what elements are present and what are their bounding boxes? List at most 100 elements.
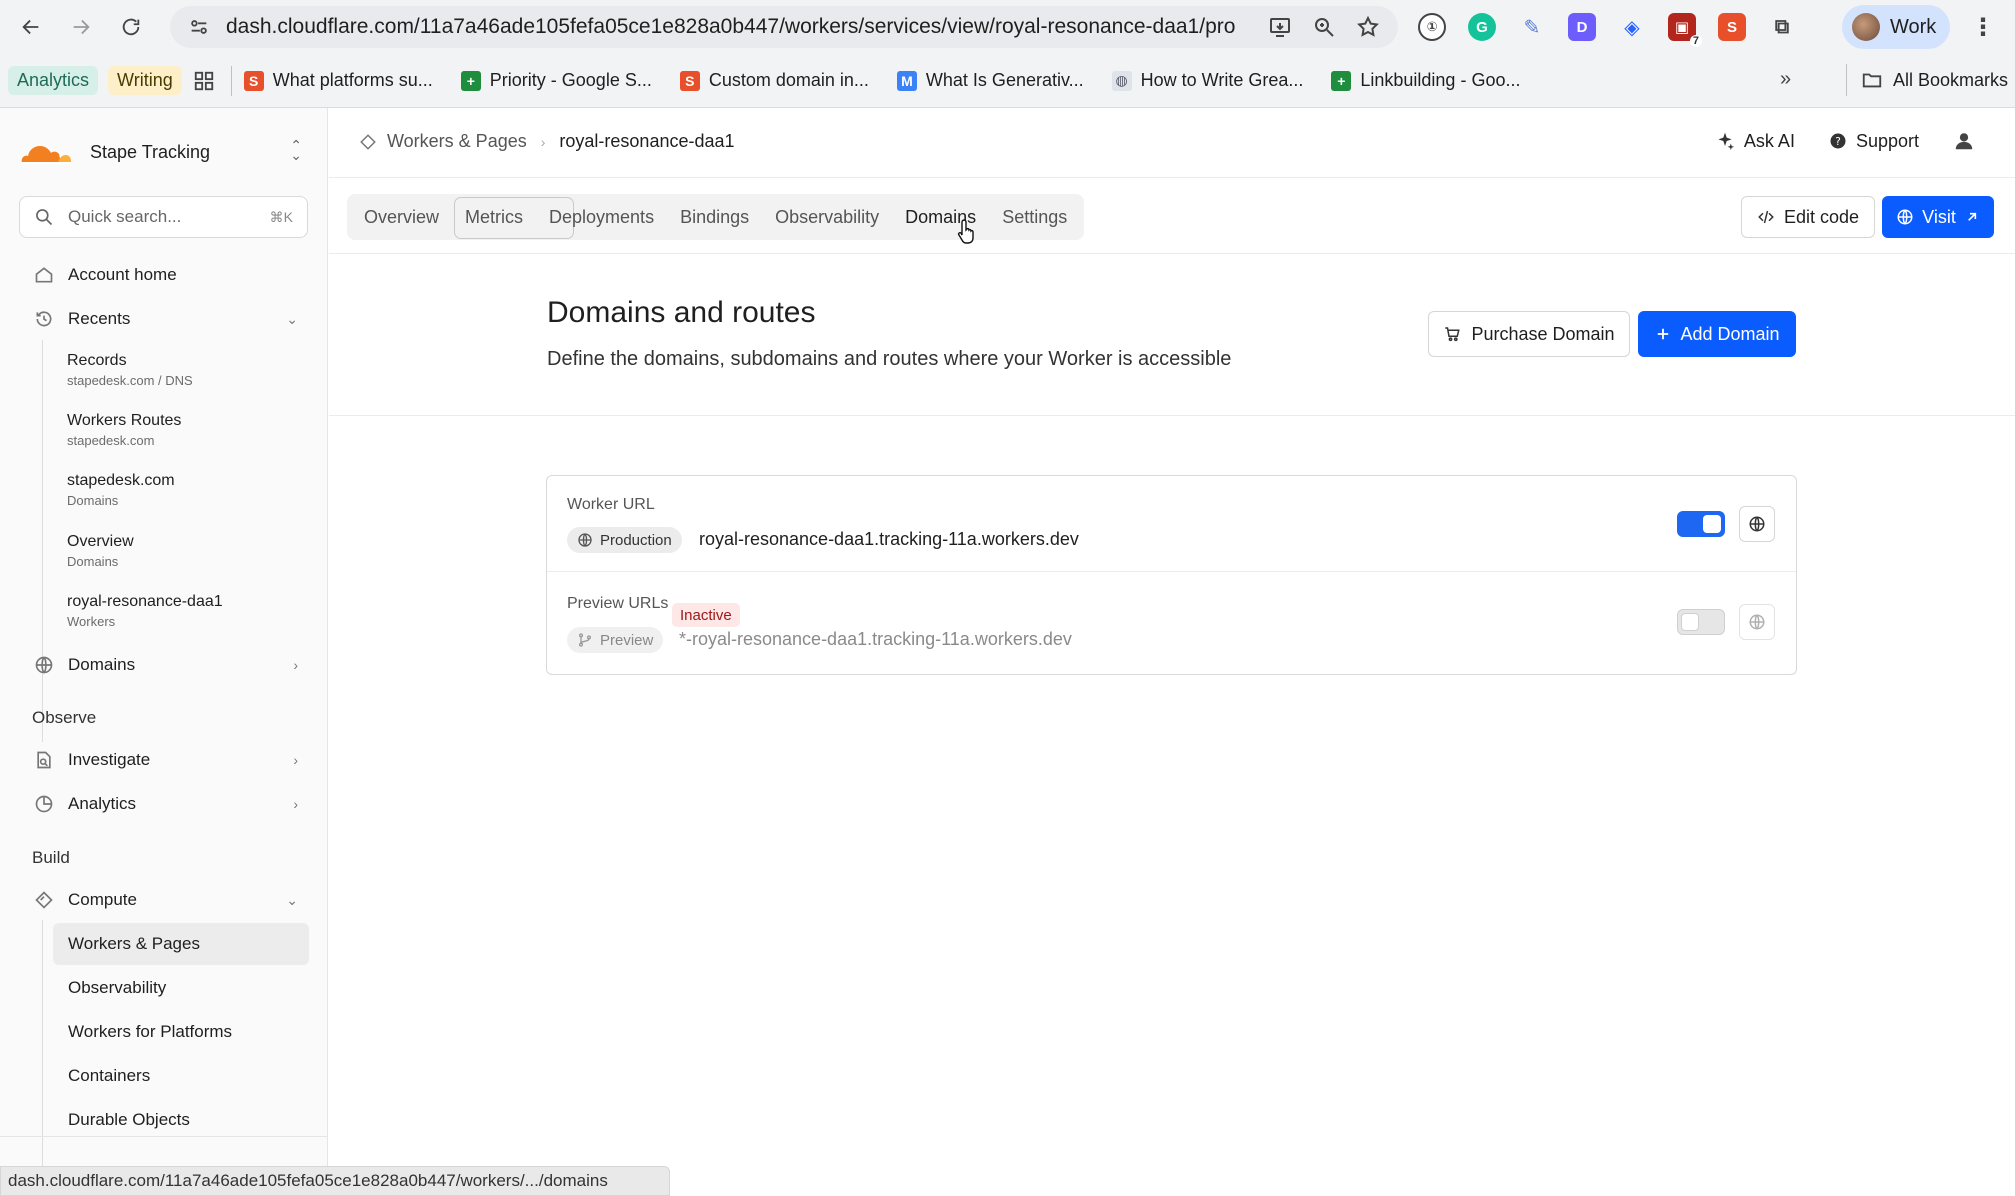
chevron-right-icon: › xyxy=(293,657,298,673)
medium-icon: M xyxy=(896,70,917,91)
sidebar-item-containers[interactable]: Containers xyxy=(53,1055,309,1097)
preview-url-value: *-royal-resonance-daa1.tracking-11a.work… xyxy=(679,629,1072,649)
section-heading-observe: Observe xyxy=(32,708,97,727)
all-bookmarks-button[interactable]: All Bookmarks xyxy=(1846,64,2008,96)
recent-item[interactable]: royal-resonance-daa1 Workers xyxy=(67,593,307,629)
bookmark-folder-writing[interactable]: Writing xyxy=(108,66,182,95)
quick-search-input[interactable]: Quick search... ⌘K xyxy=(19,196,308,238)
arrow-up-right-icon xyxy=(1967,212,1976,221)
address-bar[interactable]: dash.cloudflare.com/11a7a46ade105fefa05c… xyxy=(170,6,1398,48)
bookmark-item[interactable]: M What Is Generativ... xyxy=(896,70,1084,91)
worker-url-toggle[interactable] xyxy=(1677,511,1725,537)
sidebar-item-compute[interactable]: Compute ⌄ xyxy=(20,882,310,918)
account-switcher[interactable]: Stape Tracking ⌃ ⌄ xyxy=(20,130,310,174)
back-button[interactable] xyxy=(8,4,54,50)
grammarly-extension-icon[interactable]: G xyxy=(1468,13,1496,41)
sidebar-item-workers-for-platforms[interactable]: Workers for Platforms xyxy=(53,1011,309,1053)
bookmark-label: Linkbuilding - Goo... xyxy=(1360,70,1521,90)
hand-cursor-icon xyxy=(957,219,974,244)
tab-deployments[interactable]: Deployments xyxy=(536,197,667,237)
shield-extension-icon[interactable]: ▣ 7 xyxy=(1668,13,1702,47)
onepassword-extension-icon[interactable]: ① xyxy=(1418,13,1446,41)
recent-title: royal-resonance-daa1 xyxy=(67,593,223,610)
edit-code-button[interactable]: Edit code xyxy=(1741,196,1875,238)
tag-extension-icon[interactable]: ◈ xyxy=(1618,13,1646,41)
bookmark-item[interactable]: + Linkbuilding - Goo... xyxy=(1331,70,1520,91)
add-domain-label: Add Domain xyxy=(1680,323,1780,344)
breadcrumb-parent-label: Workers & Pages xyxy=(387,131,527,151)
recent-title: Workers Routes xyxy=(67,412,182,429)
pie-chart-icon xyxy=(32,792,56,816)
worker-url-visit-button[interactable] xyxy=(1739,506,1775,542)
compute-guide-line xyxy=(42,920,43,1196)
pen-extension-icon[interactable]: ✎ xyxy=(1518,13,1546,41)
profile-button[interactable]: Work xyxy=(1842,5,1950,49)
bookmark-item[interactable]: S Custom domain in... xyxy=(679,70,869,91)
bookmark-label: What Is Generativ... xyxy=(925,70,1084,90)
worker-url-value[interactable]: royal-resonance-daa1.tracking-11a.worker… xyxy=(699,529,1079,550)
browser-menu-icon[interactable]: ⋮ xyxy=(1966,8,2000,46)
ask-ai-button[interactable]: Ask AI xyxy=(1715,131,1795,152)
stape-extension-icon[interactable]: S xyxy=(1718,13,1746,41)
puzzle-extensions-icon[interactable]: ⧉ xyxy=(1768,13,1796,41)
recent-item[interactable]: stapedesk.com Domains xyxy=(67,472,307,508)
support-button[interactable]: ? Support xyxy=(1829,131,1919,152)
compute-diamond-icon xyxy=(360,133,376,150)
sidebar-item-analytics[interactable]: Analytics › xyxy=(20,786,310,822)
reload-button[interactable] xyxy=(108,4,154,50)
sidebar-item-observability[interactable]: Observability xyxy=(53,967,309,1009)
sidebar-item-account-home[interactable]: Account home xyxy=(20,257,310,293)
forward-button[interactable] xyxy=(58,4,104,50)
bookmark-label: Priority - Google S... xyxy=(489,70,652,90)
sidebar-item-label: Account home xyxy=(68,265,177,284)
profile-name: Work xyxy=(1890,15,1937,38)
zoom-icon[interactable] xyxy=(1312,15,1336,39)
purchase-domain-button[interactable]: Purchase Domain xyxy=(1428,311,1630,357)
preview-urls-toggle[interactable] xyxy=(1677,609,1725,635)
apps-grid-icon[interactable] xyxy=(192,65,232,96)
extension-badge: 7 xyxy=(1689,35,1702,47)
add-domain-button[interactable]: Add Domain xyxy=(1638,311,1796,357)
sidebar-item-label: Investigate xyxy=(68,750,151,769)
sidebar-item-label: Recents xyxy=(68,309,131,328)
sidebar-item-label: Compute xyxy=(68,890,137,909)
inactive-status-badge: Inactive xyxy=(672,603,740,627)
url-text[interactable]: dash.cloudflare.com/11a7a46ade105fefa05c… xyxy=(226,15,1236,39)
bookmark-item[interactable]: ◍ How to Write Grea... xyxy=(1111,70,1303,91)
tab-settings[interactable]: Settings xyxy=(989,197,1080,237)
tab-bindings[interactable]: Bindings xyxy=(667,197,762,237)
site-settings-icon[interactable] xyxy=(184,12,214,42)
sidebar-item-workers-pages[interactable]: Workers & Pages xyxy=(53,923,309,965)
user-menu-button[interactable] xyxy=(1953,130,1975,152)
sidebar-item-recents[interactable]: Recents ⌄ xyxy=(20,301,310,337)
history-icon xyxy=(32,307,56,331)
search-icon xyxy=(36,209,53,226)
sidebar-item-domains[interactable]: Domains › xyxy=(20,647,310,683)
home-icon xyxy=(32,263,56,287)
chevron-down-icon: ⌄ xyxy=(286,891,298,908)
install-app-icon[interactable] xyxy=(1268,15,1292,39)
sidebar-item-investigate[interactable]: Investigate › xyxy=(20,742,310,778)
extensions-bar: ① G ✎ D ◈ ▣ 7 S ⧉ xyxy=(1418,8,1796,47)
recent-item[interactable]: Overview Domains xyxy=(67,533,307,569)
bookmark-star-icon[interactable] xyxy=(1356,15,1380,39)
recent-subtitle: Domains xyxy=(67,493,119,508)
recent-item[interactable]: Records stapedesk.com / DNS xyxy=(67,352,307,388)
bookmark-item[interactable]: + Priority - Google S... xyxy=(460,70,652,91)
d-extension-icon[interactable]: D xyxy=(1568,13,1596,41)
breadcrumb-parent[interactable]: Workers & Pages xyxy=(359,131,527,152)
page-title: Domains and routes xyxy=(547,296,816,329)
bookmark-folder-analytics[interactable]: Analytics xyxy=(8,66,99,95)
sidebar-item-durable-objects[interactable]: Durable Objects xyxy=(53,1099,309,1141)
more-bookmarks-icon[interactable]: » xyxy=(1780,68,1791,91)
tab-observability[interactable]: Observability xyxy=(762,197,892,237)
tab-metrics[interactable]: Metrics xyxy=(452,197,575,239)
search-shortcut: ⌘K xyxy=(269,208,293,225)
recent-item[interactable]: Workers Routes stapedesk.com xyxy=(67,412,307,448)
visit-button[interactable]: Visit xyxy=(1882,196,1994,238)
bookmark-item[interactable]: S What platforms su... xyxy=(243,70,433,91)
toggle-knob xyxy=(1681,613,1699,631)
preview-url-visit-button[interactable] xyxy=(1739,604,1775,640)
stape-icon: S xyxy=(679,70,700,91)
tab-overview[interactable]: Overview xyxy=(351,197,452,237)
